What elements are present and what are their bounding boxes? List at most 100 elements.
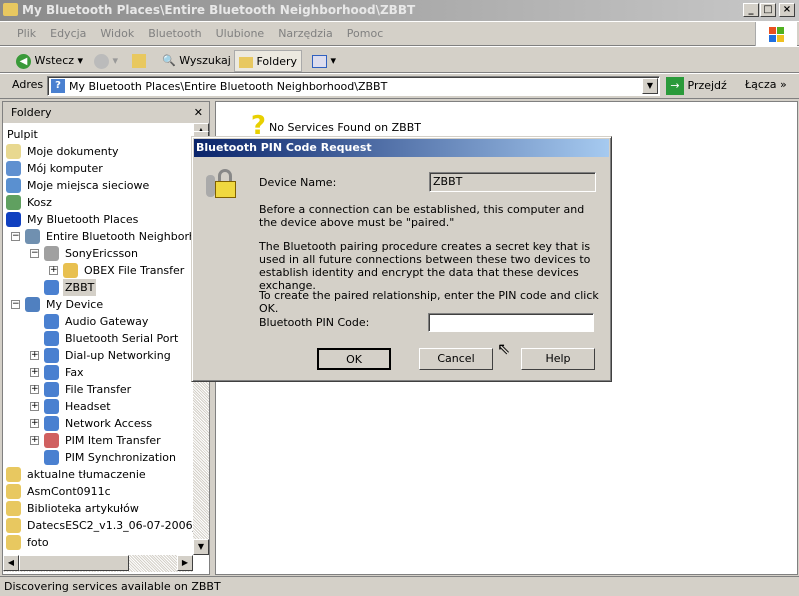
tree-item-label: Kosz xyxy=(27,196,52,209)
tree-item[interactable]: aktualne tłumaczenie xyxy=(3,466,193,483)
tree-item[interactable]: Biblioteka artykułów xyxy=(3,500,193,517)
title-bar: My Bluetooth Places\Entire Bluetooth Nei… xyxy=(0,0,799,21)
go-arrow-icon: → xyxy=(666,77,684,95)
tree-item[interactable]: Moje dokumenty xyxy=(3,143,193,160)
help-button[interactable]: Help xyxy=(521,348,595,370)
menu-plik[interactable]: Plik xyxy=(10,22,43,46)
close-pane-button[interactable]: ✕ xyxy=(194,102,203,123)
tree-item[interactable]: DatecsESC2_v1.3_06-07-2006_10- xyxy=(3,517,193,534)
folder-icon xyxy=(6,535,21,550)
service-icon xyxy=(44,365,59,380)
h-scroll-thumb[interactable] xyxy=(19,555,129,571)
search-label: Wyszukaj xyxy=(179,54,231,67)
pairing-explanation-text: The Bluetooth pairing procedure creates … xyxy=(259,240,591,292)
menu-pomoc[interactable]: Pomoc xyxy=(340,22,390,46)
tree-item[interactable]: Audio Gateway xyxy=(3,313,193,330)
window-title: My Bluetooth Places\Entire Bluetooth Nei… xyxy=(22,3,416,17)
tree-item[interactable]: My Bluetooth Places xyxy=(3,211,193,228)
tree-item[interactable]: PIM Synchronization xyxy=(3,449,193,466)
forward-button[interactable]: ▾ xyxy=(90,50,122,72)
tree-item[interactable]: Mój komputer xyxy=(3,160,193,177)
expand-icon[interactable]: + xyxy=(30,436,39,445)
menu-narzędzia[interactable]: Narzędzia xyxy=(271,22,340,46)
back-button[interactable]: ◀ Wstecz ▾ xyxy=(12,50,87,72)
computer-icon xyxy=(6,161,21,176)
menu-widok[interactable]: Widok xyxy=(93,22,141,46)
expand-icon[interactable]: + xyxy=(30,419,39,428)
dialog-title: Bluetooth PIN Code Request xyxy=(194,139,609,157)
pim-transfer-icon xyxy=(44,433,59,448)
service-icon xyxy=(44,382,59,397)
collapse-icon[interactable]: − xyxy=(11,300,20,309)
tree-item-label: PIM Item Transfer xyxy=(65,434,161,447)
scroll-left-button[interactable]: ◀ xyxy=(3,555,19,571)
tree-item[interactable]: AsmCont0911c xyxy=(3,483,193,500)
tree-item[interactable]: − Entire Bluetooth Neighborhood xyxy=(3,228,193,245)
service-icon xyxy=(44,399,59,414)
tree-item[interactable]: Kosz xyxy=(3,194,193,211)
toolbar: ◀ Wstecz ▾ ▾ 🔍 Wyszukaj Foldery ▾ xyxy=(0,46,799,73)
tree-item-label: Dial-up Networking xyxy=(65,349,171,362)
tree-item[interactable]: Bluetooth Serial Port xyxy=(3,330,193,347)
menu-edycja[interactable]: Edycja xyxy=(43,22,93,46)
address-value: My Bluetooth Places\Entire Bluetooth Nei… xyxy=(69,80,388,93)
device-name-value: ZBBT xyxy=(433,175,463,188)
minimize-button[interactable]: _ xyxy=(743,3,759,17)
service-icon xyxy=(44,348,59,363)
tree-item[interactable]: + Fax xyxy=(3,364,193,381)
go-button[interactable]: → Przejdź xyxy=(666,77,727,95)
ok-button[interactable]: OK xyxy=(317,348,391,370)
tree-item[interactable]: Moje miejsca sieciowe xyxy=(3,177,193,194)
links-button[interactable]: Łącza » xyxy=(745,78,787,91)
address-dropdown[interactable]: ▼ xyxy=(642,78,658,94)
folders-button[interactable]: Foldery xyxy=(234,50,303,72)
obex-folder-icon xyxy=(63,263,78,278)
back-label: Wstecz xyxy=(34,54,75,67)
collapse-icon[interactable]: − xyxy=(11,232,20,241)
tree-item-label: Entire Bluetooth Neighborhood xyxy=(46,230,193,243)
tree-item[interactable]: + OBEX File Transfer xyxy=(3,262,193,279)
folder-tree: Pulpit Moje dokumenty Mój komputer Moje mie… xyxy=(3,123,193,555)
tree-item-label: Moje dokumenty xyxy=(27,145,119,158)
maximize-button[interactable]: □ xyxy=(760,3,776,17)
tree-item[interactable]: + File Transfer xyxy=(3,381,193,398)
horizontal-scrollbar[interactable]: ◀ ▶ xyxy=(3,555,193,572)
tree-item[interactable]: + Dial-up Networking xyxy=(3,347,193,364)
tree-item-label: ZBBT xyxy=(63,279,97,296)
tree-item-label: Moje miejsca sieciowe xyxy=(27,179,150,192)
tree-item-label: PIM Synchronization xyxy=(65,451,176,464)
folder-icon xyxy=(6,467,21,482)
tree-item[interactable]: ZBBT xyxy=(3,279,193,296)
tree-item[interactable]: − SonyEricsson xyxy=(3,245,193,262)
scroll-right-button[interactable]: ▶ xyxy=(177,555,193,571)
expand-icon[interactable]: + xyxy=(49,266,58,275)
tree-item-label: foto xyxy=(27,536,49,549)
scroll-down-button[interactable]: ▼ xyxy=(193,539,209,555)
up-folder-button[interactable] xyxy=(128,50,150,72)
tree-item[interactable]: foto xyxy=(3,534,193,551)
bluetooth-neighborhood-icon xyxy=(25,229,40,244)
tree-item[interactable]: + Network Access xyxy=(3,415,193,432)
menu-bluetooth[interactable]: Bluetooth xyxy=(141,22,208,46)
search-button[interactable]: 🔍 Wyszukaj xyxy=(158,50,235,72)
views-button[interactable]: ▾ xyxy=(308,50,340,72)
expand-icon[interactable]: + xyxy=(30,385,39,394)
bluetooth-device-icon: ? xyxy=(51,79,65,93)
cancel-button[interactable]: Cancel xyxy=(419,348,493,370)
expand-icon[interactable]: + xyxy=(30,351,39,360)
pairing-intro-text: Before a connection can be established, … xyxy=(259,203,585,229)
close-button[interactable]: × xyxy=(779,3,795,17)
up-folder-icon xyxy=(132,54,146,68)
tree-item[interactable]: Pulpit xyxy=(3,126,193,143)
address-input[interactable]: ? My Bluetooth Places\Entire Bluetooth N… xyxy=(47,76,660,96)
tree-item[interactable]: + Headset xyxy=(3,398,193,415)
tree-item[interactable]: − My Device xyxy=(3,296,193,313)
tree-item[interactable]: + PIM Item Transfer xyxy=(3,432,193,449)
collapse-icon[interactable]: − xyxy=(30,249,39,258)
tree-item-label: Network Access xyxy=(65,417,153,430)
menu-ulubione[interactable]: Ulubione xyxy=(209,22,272,46)
folders-pane: Foldery ✕ Pulpit Moje dokumenty Mój komput… xyxy=(2,101,210,575)
expand-icon[interactable]: + xyxy=(30,368,39,377)
expand-icon[interactable]: + xyxy=(30,402,39,411)
pin-code-input[interactable] xyxy=(428,313,594,332)
